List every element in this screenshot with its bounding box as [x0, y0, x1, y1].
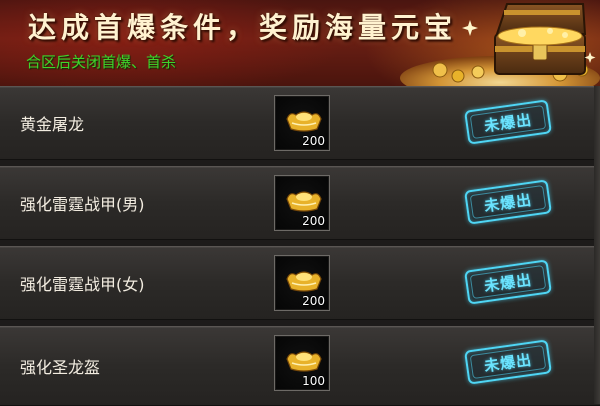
banner-title: 达成首爆条件，奖励海量元宝 [28, 11, 458, 44]
first-drop-list: 黄金屠龙 200 未爆出 强化雷霆战甲(男) 200 未爆出 强化雷霆战甲(女)… [0, 86, 600, 406]
status-stamp: 未爆出 [464, 339, 552, 385]
reward-amount: 200 [302, 214, 325, 228]
status-stamp: 未爆出 [464, 179, 552, 225]
reward-amount: 200 [302, 134, 325, 148]
reward-slot[interactable]: 200 [274, 95, 330, 151]
item-name: 强化雷霆战甲(女) [20, 275, 145, 294]
item-name: 强化雷霆战甲(男) [20, 195, 145, 214]
status-stamp: 未爆出 [464, 99, 552, 145]
list-item: 黄金屠龙 200 未爆出 [0, 86, 600, 160]
gold-ingot-icon [286, 271, 322, 292]
status-text: 未爆出 [483, 270, 534, 295]
event-banner: 达成首爆条件，奖励海量元宝 合区后关闭首爆、首杀 [0, 0, 600, 87]
item-name: 强化圣龙盔 [20, 358, 101, 377]
reward-amount: 100 [302, 374, 325, 388]
treasure-chest-icon [400, 3, 600, 86]
status-text: 未爆出 [483, 110, 534, 135]
status-text: 未爆出 [483, 350, 534, 375]
reward-amount: 200 [302, 294, 325, 308]
gold-ingot-icon [286, 191, 322, 212]
reward-slot[interactable]: 100 [274, 335, 330, 391]
list-item: 强化雷霆战甲(女) 200 未爆出 [0, 246, 600, 320]
gold-ingot-icon [286, 351, 322, 372]
list-item: 强化圣龙盔 100 未爆出 [0, 326, 600, 406]
item-name: 黄金屠龙 [20, 115, 85, 134]
list-item: 强化雷霆战甲(男) 200 未爆出 [0, 166, 600, 240]
status-stamp: 未爆出 [464, 259, 552, 305]
status-text: 未爆出 [483, 190, 534, 215]
reward-slot[interactable]: 200 [274, 175, 330, 231]
gold-ingot-icon [286, 111, 322, 132]
reward-slot[interactable]: 200 [274, 255, 330, 311]
banner-subtitle: 合区后关闭首爆、首杀 [26, 53, 177, 71]
panel-right-edge [594, 86, 600, 404]
